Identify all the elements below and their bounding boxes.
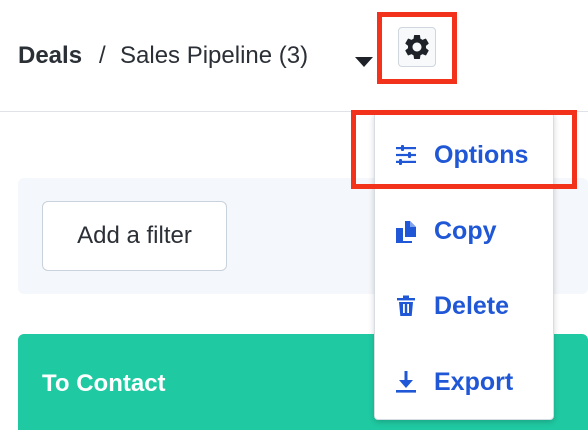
caret-down-icon[interactable] <box>355 57 373 67</box>
breadcrumb-root[interactable]: Deals <box>18 40 82 72</box>
breadcrumb-current: Sales Pipeline (3) <box>120 42 309 69</box>
trash-icon <box>394 294 418 318</box>
sliders-icon <box>394 143 418 167</box>
menu-item-export[interactable]: Export <box>375 360 553 404</box>
breadcrumb-separator: / <box>99 42 106 69</box>
gear-icon <box>405 35 429 59</box>
copy-icon <box>394 219 418 243</box>
download-icon <box>394 370 418 394</box>
settings-button[interactable] <box>398 27 436 67</box>
menu-item-copy[interactable]: Copy <box>375 209 553 253</box>
column-title: To Contact <box>42 370 166 397</box>
page-header: Deals / Sales Pipeline (3) <box>0 0 588 112</box>
settings-dropdown-menu: Options Copy Delete Export <box>374 112 554 420</box>
menu-item-delete[interactable]: Delete <box>375 284 553 328</box>
menu-label-copy: Copy <box>434 217 497 245</box>
menu-label-options: Options <box>434 141 529 169</box>
add-filter-button[interactable]: Add a filter <box>42 201 227 271</box>
menu-item-options[interactable]: Options <box>375 133 553 177</box>
menu-label-delete: Delete <box>434 292 510 320</box>
menu-label-export: Export <box>434 368 514 396</box>
